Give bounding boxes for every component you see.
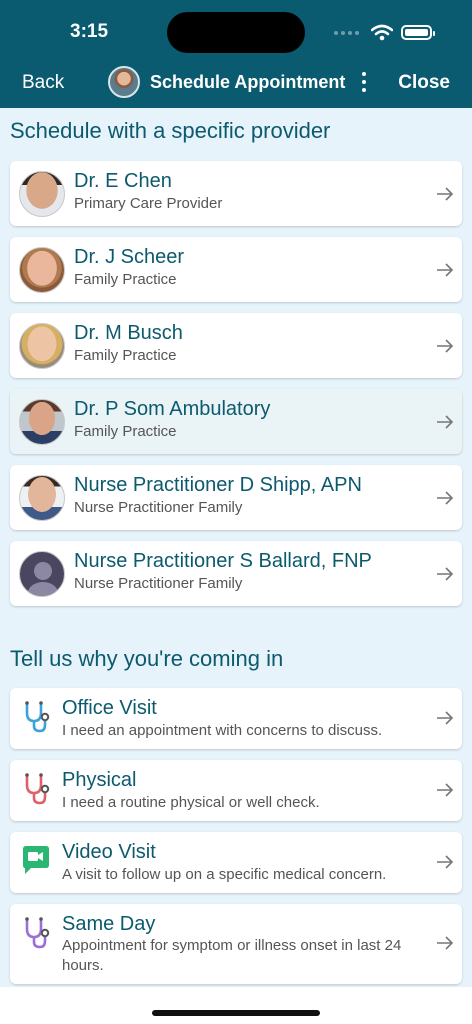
stethoscope-icon — [25, 773, 50, 805]
reason-card-office-visit[interactable]: Office Visit I need an appointment with … — [10, 688, 462, 749]
reason-title: Same Day — [62, 913, 156, 935]
provider-card-scheer[interactable]: Dr. J Scheer Family Practice — [10, 237, 462, 302]
arrow-right-icon — [437, 339, 454, 353]
arrow-right-icon — [437, 415, 454, 429]
video-camera-icon — [23, 846, 49, 874]
back-button[interactable]: Back — [22, 72, 64, 94]
provider-photo — [19, 475, 65, 521]
reason-card-same-day[interactable]: Same Day Appointment for symptom or illn… — [10, 904, 462, 984]
user-avatar[interactable] — [108, 66, 140, 98]
app-header: 3:15 Back Schedule Appointment Close — [0, 0, 472, 108]
reason-title: Video Visit — [62, 841, 156, 863]
providers-section-title: Schedule with a specific provider — [10, 118, 331, 143]
provider-photo — [19, 171, 65, 217]
arrow-right-icon — [437, 491, 454, 505]
provider-card-ballard[interactable]: Nurse Practitioner S Ballard, FNP Nurse … — [10, 541, 462, 606]
close-button[interactable]: Close — [398, 72, 450, 94]
provider-name: Dr. E Chen — [74, 170, 172, 192]
provider-name: Nurse Practitioner S Ballard, FNP — [74, 550, 372, 572]
reason-card-physical[interactable]: Physical I need a routine physical or we… — [10, 760, 462, 821]
reason-description: Appointment for symptom or illness onset… — [62, 937, 402, 974]
provider-name: Dr. P Som Ambulatory — [74, 398, 271, 420]
provider-name: Dr. M Busch — [74, 322, 183, 344]
provider-specialty: Primary Care Provider — [74, 195, 223, 212]
provider-card-som[interactable]: Dr. P Som Ambulatory Family Practice — [10, 389, 462, 454]
arrow-right-icon — [437, 567, 454, 581]
provider-specialty: Family Practice — [74, 347, 177, 364]
battery-icon — [401, 25, 435, 40]
provider-card-busch[interactable]: Dr. M Busch Family Practice — [10, 313, 462, 378]
provider-name: Dr. J Scheer — [74, 246, 185, 268]
provider-specialty: Family Practice — [74, 271, 177, 288]
provider-card-chen[interactable]: Dr. E Chen Primary Care Provider — [10, 161, 462, 226]
arrow-right-icon — [437, 263, 454, 277]
provider-name: Nurse Practitioner D Shipp, APN — [74, 474, 362, 496]
provider-specialty: Nurse Practitioner Family — [74, 499, 243, 516]
cellular-signal-icon — [334, 30, 359, 35]
stethoscope-icon — [25, 701, 50, 733]
reason-card-video-visit[interactable]: Video Visit A visit to follow up on a sp… — [10, 832, 462, 893]
arrow-right-icon — [437, 711, 454, 725]
status-icons — [334, 24, 435, 41]
home-indicator[interactable] — [152, 1010, 320, 1016]
page-title: Schedule Appointment — [150, 71, 346, 92]
provider-photo — [19, 247, 65, 293]
arrow-right-icon — [437, 936, 454, 950]
reason-description: A visit to follow up on a specific medic… — [62, 866, 387, 883]
person-placeholder-icon — [19, 551, 65, 597]
provider-photo — [19, 323, 65, 369]
dynamic-island — [167, 12, 305, 53]
arrow-right-icon — [437, 187, 454, 201]
reason-title: Physical — [62, 769, 137, 791]
reasons-section-title: Tell us why you're coming in — [10, 646, 284, 671]
wifi-icon — [371, 24, 393, 41]
arrow-right-icon — [437, 783, 454, 797]
reason-title: Office Visit — [62, 697, 157, 719]
bottom-safe-area — [0, 987, 472, 1024]
provider-card-shipp[interactable]: Nurse Practitioner D Shipp, APN Nurse Pr… — [10, 465, 462, 530]
more-options-icon[interactable] — [359, 72, 369, 92]
provider-specialty: Family Practice — [74, 423, 177, 440]
arrow-right-icon — [437, 855, 454, 869]
nav-title-group: Schedule Appointment — [108, 66, 369, 98]
provider-photo — [19, 399, 65, 445]
reason-description: I need a routine physical or well check. — [62, 794, 320, 811]
status-time: 3:15 — [70, 21, 109, 42]
stethoscope-icon — [25, 917, 50, 949]
provider-specialty: Nurse Practitioner Family — [74, 575, 243, 592]
reason-description: I need an appointment with concerns to d… — [62, 722, 383, 739]
